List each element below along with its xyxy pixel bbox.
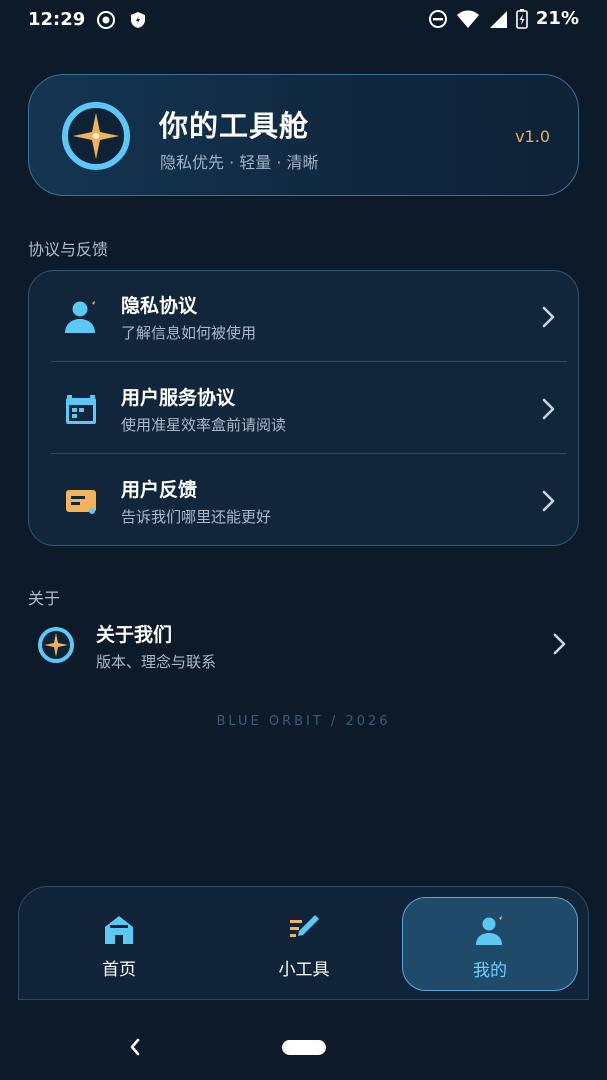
- status-notification-icons: [96, 10, 146, 30]
- list-item-about-us[interactable]: 关于我们 版本、理念与联系: [28, 612, 579, 676]
- hero-card: 你的工具舱 隐私优先 · 轻量 · 清晰 v1.0: [28, 74, 579, 196]
- list-divider: [51, 361, 567, 362]
- chevron-right-icon: [542, 398, 555, 420]
- system-home-button[interactable]: [282, 1040, 326, 1055]
- row-description: 使用准星效率盒前请阅读: [121, 416, 287, 434]
- hero-subtitle: 隐私优先 · 轻量 · 清晰: [160, 153, 319, 172]
- bottom-nav: 首页 小工具 我的: [18, 886, 589, 1000]
- tab-tools[interactable]: 小工具: [216, 897, 392, 991]
- row-description: 告诉我们哪里还能更好: [121, 508, 272, 526]
- wifi-icon: [456, 10, 479, 28]
- list-divider: [51, 453, 567, 454]
- home-icon: [105, 916, 133, 944]
- row-title: 隐私协议: [121, 295, 198, 317]
- signal-icon: [489, 10, 507, 28]
- app-screen: 12:29 21% 你的工具舱 隐私优先 · 轻量 · 清晰 v1.0 协议与反…: [0, 0, 607, 1080]
- footer-brand: BLUE ORBIT / 2026: [216, 714, 391, 729]
- status-system-icons: 21%: [428, 8, 579, 29]
- chevron-right-icon: [553, 633, 566, 655]
- do-not-disturb-icon: [428, 9, 447, 28]
- record-icon: [97, 11, 115, 29]
- user-icon: [65, 301, 95, 333]
- agreements-list-card: 隐私协议 了解信息如何被使用 用户服务协议 使用准星效率盒前请阅读 用户反馈 告…: [28, 270, 579, 546]
- tab-mine[interactable]: 我的: [402, 897, 578, 991]
- user-icon: [476, 916, 502, 945]
- calendar-icon: [66, 395, 96, 424]
- status-bar: 12:29 21%: [0, 0, 607, 38]
- row-description: 版本、理念与联系: [96, 653, 217, 671]
- list-item-service-agreement[interactable]: 用户服务协议 使用准星效率盒前请阅读: [29, 363, 578, 455]
- system-back-button[interactable]: [124, 1034, 146, 1060]
- chevron-right-icon: [542, 306, 555, 328]
- list-item-privacy-policy[interactable]: 隐私协议 了解信息如何被使用: [29, 271, 578, 363]
- version-badge: v1.0: [515, 127, 550, 146]
- section-label-agreements: 协议与反馈: [28, 240, 109, 259]
- tab-label: 小工具: [278, 960, 330, 980]
- status-time: 12:29: [28, 9, 86, 30]
- row-description: 了解信息如何被使用: [121, 324, 257, 342]
- row-title: 用户服务协议: [121, 387, 236, 409]
- list-item-user-feedback[interactable]: 用户反馈 告诉我们哪里还能更好: [29, 455, 578, 545]
- hero-title: 你的工具舱: [159, 109, 310, 143]
- tab-home[interactable]: 首页: [31, 897, 207, 991]
- compass-star-icon: [62, 102, 130, 170]
- pencil-tools-icon: [290, 915, 319, 937]
- battery-icon: [516, 8, 528, 29]
- tab-label: 首页: [102, 960, 136, 980]
- chevron-right-icon: [542, 490, 555, 512]
- message-icon: [66, 490, 96, 514]
- section-label-about: 关于: [28, 589, 61, 608]
- shield-icon: [131, 12, 145, 28]
- tab-label: 我的: [473, 961, 507, 981]
- row-title: 关于我们: [96, 624, 173, 646]
- battery-percent: 21%: [535, 8, 579, 29]
- row-title: 用户反馈: [121, 479, 198, 501]
- compass-star-icon: [38, 627, 74, 663]
